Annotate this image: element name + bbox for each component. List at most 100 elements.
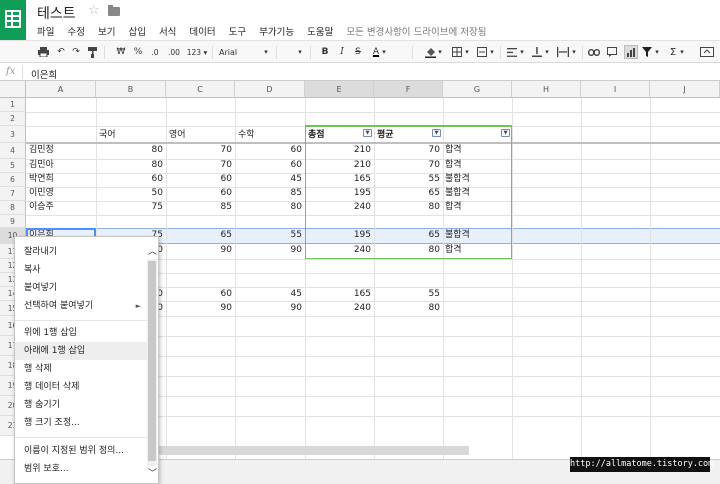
row-header-7[interactable]: 7 <box>0 187 26 201</box>
link-icon[interactable] <box>588 45 600 59</box>
menu-format[interactable]: 서식 <box>159 24 176 38</box>
font-select[interactable]: Arial <box>219 45 267 59</box>
select-all-corner[interactable] <box>0 81 26 98</box>
cell-english[interactable]: 85 <box>166 201 232 214</box>
percent-button[interactable]: % <box>133 45 143 59</box>
filter-dropdown-icon[interactable]: ▾ <box>653 45 661 59</box>
star-icon[interactable]: ☆ <box>88 3 100 18</box>
document-title[interactable]: 테스트 <box>37 3 76 23</box>
column-header-i[interactable]: I <box>581 81 650 98</box>
row-header-6[interactable]: 6 <box>0 173 26 187</box>
menu-item-hide-row[interactable]: 행 숨기기 <box>15 396 148 414</box>
row-header-4[interactable]: 4 <box>0 143 26 159</box>
cell-math[interactable]: 80 <box>235 201 302 214</box>
menu-data[interactable]: 데이터 <box>189 24 215 38</box>
cell-english[interactable]: 70 <box>166 159 232 172</box>
fill-color-dropdown-icon[interactable]: ▾ <box>436 45 444 59</box>
header-english[interactable]: 영어 <box>169 129 186 142</box>
cell-math[interactable]: 55 <box>235 229 302 242</box>
column-header-c[interactable]: C <box>166 81 235 98</box>
menu-item-named-range[interactable]: 이름이 지정된 범위 정의... <box>15 442 148 460</box>
increase-decimal-button[interactable]: .00 <box>166 45 182 59</box>
redo-icon[interactable]: ↷ <box>70 45 82 59</box>
cell-math[interactable]: 90 <box>235 244 302 257</box>
cell-english[interactable]: 60 <box>166 288 232 301</box>
menu-tools[interactable]: 도구 <box>229 24 246 38</box>
comment-icon[interactable] <box>606 45 618 59</box>
more-formats-button[interactable]: 123 ▾ <box>185 45 209 59</box>
menu-scroll-thumb[interactable] <box>148 261 156 461</box>
currency-button[interactable]: ₩ <box>116 45 126 59</box>
cell-name[interactable]: 박연희 <box>29 173 54 186</box>
chevron-down-icon[interactable]: ﹀ <box>148 466 157 479</box>
menu-item-delete-row[interactable]: 행 삭제 <box>15 360 148 378</box>
vertical-align-icon[interactable] <box>531 45 543 59</box>
horizontal-scrollbar[interactable] <box>159 446 469 455</box>
italic-button[interactable]: I <box>337 45 347 59</box>
cell-english[interactable]: 90 <box>166 302 232 315</box>
chevron-up-icon[interactable]: ︿ <box>148 244 157 257</box>
row-header-9[interactable]: 9 <box>0 215 26 228</box>
print-icon[interactable] <box>37 45 50 59</box>
menu-item-clear-row[interactable]: 행 데이터 삭제 <box>15 378 148 396</box>
cell-math[interactable]: 45 <box>235 173 302 186</box>
menu-item-resize-row[interactable]: 행 크기 조정... <box>15 414 148 432</box>
menu-insert[interactable]: 삽입 <box>128 24 145 38</box>
filter-icon[interactable] <box>641 45 653 59</box>
cell-korean[interactable]: 80 <box>96 159 163 172</box>
fill-color-icon[interactable] <box>424 45 436 59</box>
cell-average[interactable]: 80 <box>374 302 440 315</box>
column-header-a[interactable]: A <box>26 81 96 98</box>
column-header-f[interactable]: F <box>374 81 443 98</box>
functions-dropdown-icon[interactable]: ▾ <box>678 45 686 59</box>
cell-name[interactable]: 김민정 <box>29 144 54 157</box>
cell-english[interactable]: 90 <box>166 244 232 257</box>
menu-addons[interactable]: 부가기능 <box>259 24 294 38</box>
menu-item-insert-above[interactable]: 위에 1행 삽입 <box>15 324 148 342</box>
cell-english[interactable]: 60 <box>166 187 232 200</box>
align-left-icon[interactable] <box>506 45 518 59</box>
menu-item-paste-special[interactable]: 선택하여 붙여넣기 ► <box>15 297 148 315</box>
cell-total[interactable]: 165 <box>305 288 371 301</box>
row-header-8[interactable]: 8 <box>0 201 26 215</box>
chart-icon[interactable] <box>624 45 638 59</box>
sheets-logo[interactable] <box>0 0 26 40</box>
menu-view[interactable]: 보기 <box>98 24 115 38</box>
menu-help[interactable]: 도움말 <box>307 24 333 38</box>
cell-korean[interactable]: 60 <box>96 173 163 186</box>
menu-item-protect-range[interactable]: 범위 보호... <box>15 460 148 478</box>
column-header-h[interactable]: H <box>512 81 581 98</box>
cell-average[interactable]: 55 <box>374 288 440 301</box>
folder-icon[interactable] <box>108 5 120 16</box>
text-wrap-dropdown-icon[interactable]: ▾ <box>570 45 578 59</box>
decrease-decimal-button[interactable]: .0 <box>148 45 162 59</box>
column-header-d[interactable]: D <box>235 81 305 98</box>
borders-dropdown-icon[interactable]: ▾ <box>463 45 471 59</box>
header-math[interactable]: 수학 <box>238 129 255 142</box>
cell-math[interactable]: 60 <box>235 144 302 157</box>
undo-icon[interactable]: ↶ <box>55 45 67 59</box>
text-color-dropdown-icon[interactable]: ▾ <box>380 45 388 59</box>
column-header-b[interactable]: B <box>96 81 166 98</box>
row-header-1[interactable]: 1 <box>0 98 26 112</box>
functions-button[interactable]: Σ <box>668 45 678 59</box>
save-status[interactable]: 모든 변경사항이 드라이브에 저장됨 <box>346 24 486 38</box>
cell-math[interactable]: 45 <box>235 288 302 301</box>
cell-english[interactable]: 60 <box>166 173 232 186</box>
merge-dropdown-icon[interactable]: ▾ <box>488 45 496 59</box>
menu-item-insert-below[interactable]: 아래에 1행 삽입 <box>15 342 148 360</box>
cell-korean[interactable]: 80 <box>96 144 163 157</box>
column-header-g[interactable]: G <box>443 81 512 98</box>
paint-format-icon[interactable] <box>86 45 98 59</box>
merge-cells-icon[interactable] <box>476 45 488 59</box>
header-korean[interactable]: 국어 <box>99 129 116 142</box>
cell-math[interactable]: 90 <box>235 302 302 315</box>
cell-math[interactable]: 60 <box>235 159 302 172</box>
borders-icon[interactable] <box>451 45 463 59</box>
cell-math[interactable]: 85 <box>235 187 302 200</box>
cell-name[interactable]: 김민아 <box>29 159 54 172</box>
vertical-align-dropdown-icon[interactable]: ▾ <box>543 45 551 59</box>
font-dropdown-icon[interactable]: ▾ <box>262 45 270 59</box>
formula-input[interactable]: 이은희 <box>31 67 57 81</box>
cell-english[interactable]: 70 <box>166 144 232 157</box>
